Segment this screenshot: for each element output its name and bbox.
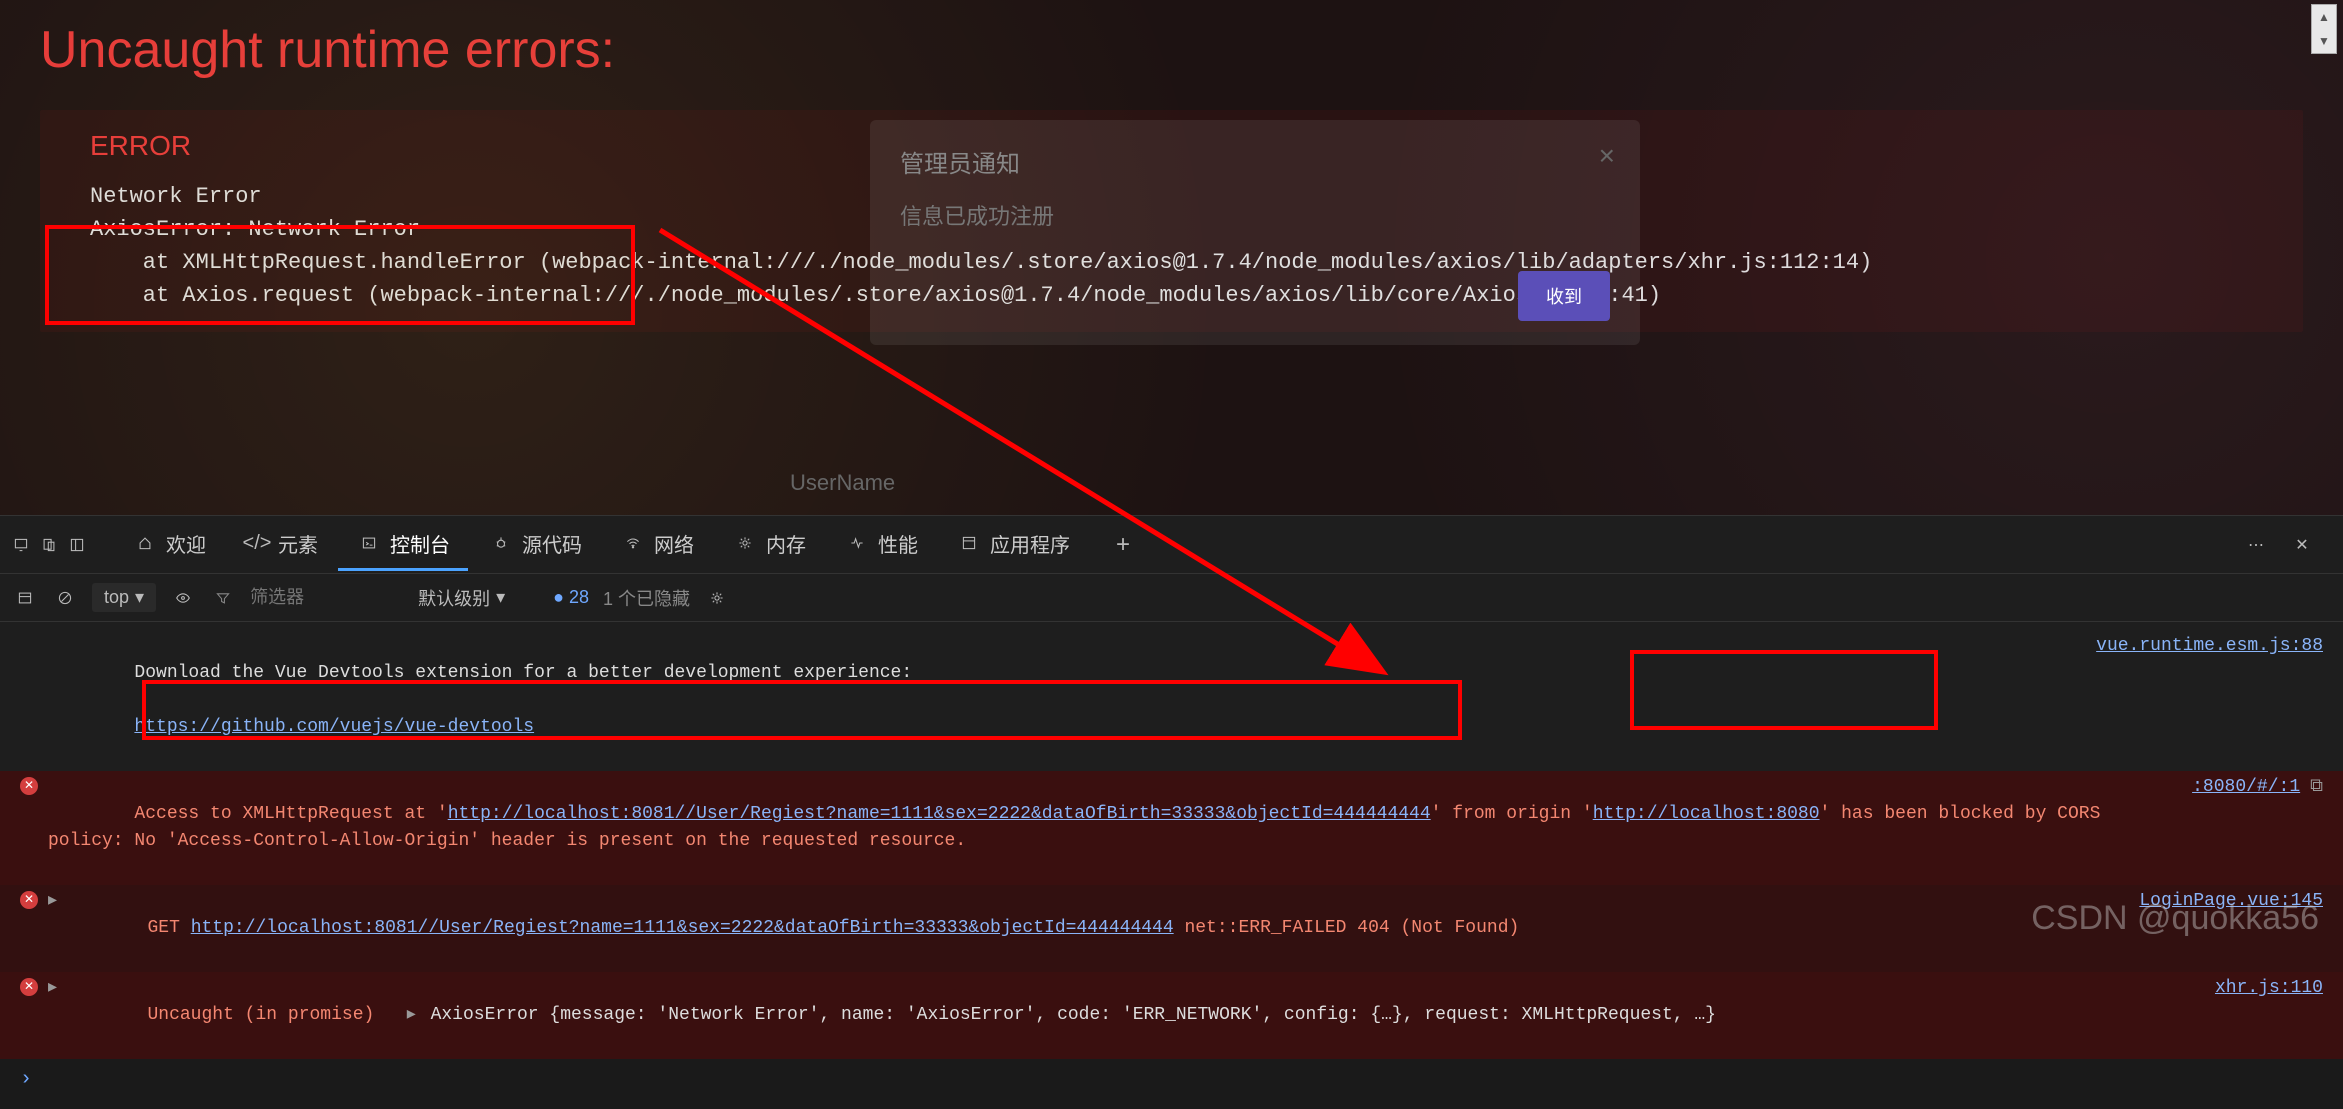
modal-close-button[interactable]: × [1599, 140, 1615, 172]
devtools-panel: 欢迎 </> 元素 控制台 源代码 网络 内存 性能 应用程序 [0, 515, 2343, 948]
tab-label: 源代码 [522, 529, 582, 558]
filter-icon [210, 585, 236, 611]
level-dropdown[interactable]: 默认级别 ▾ [418, 585, 505, 611]
error-icon: ✕ [20, 978, 38, 996]
close-devtools-icon[interactable]: ✕ [2289, 532, 2315, 558]
overlay-title: Uncaught runtime errors: [40, 20, 2303, 80]
tab-label: 元素 [278, 529, 318, 558]
tab-label: 欢迎 [166, 529, 206, 558]
tab-welcome[interactable]: 欢迎 [114, 519, 224, 571]
console-toolbar: top ▾ 默认级别 ▾ ● 28 1 个已隐藏 [0, 574, 2343, 622]
log-text: Download the Vue Devtools extension for … [134, 663, 912, 683]
pulse-icon [844, 530, 870, 556]
chevron-down-icon: ▾ [135, 587, 144, 608]
device-icon[interactable] [36, 532, 62, 558]
add-tab-icon[interactable]: + [1110, 532, 1136, 558]
devtools-tabbar: 欢迎 </> 元素 控制台 源代码 网络 内存 性能 应用程序 [0, 516, 2343, 574]
live-expr-icon[interactable] [170, 585, 196, 611]
source-link[interactable]: :8080/#/:1 [2172, 774, 2300, 882]
dock-icon[interactable] [64, 532, 90, 558]
source-link[interactable]: xhr.js:110 [2195, 975, 2323, 1056]
chevron-down-icon: ▾ [496, 587, 505, 608]
settings-icon[interactable] [704, 585, 730, 611]
watermark: CSDN @quokka56 [2031, 899, 2319, 938]
console-error: ✕ Access to XMLHttpRequest at 'http://lo… [0, 771, 2343, 885]
runtime-error-overlay: Uncaught runtime errors: ERROR Network E… [0, 0, 2343, 515]
context-value: top [104, 587, 129, 608]
scroll-down-button[interactable]: ▼ [2312, 29, 2336, 53]
modal-body: 信息已成功注册 [900, 199, 1610, 231]
filter-input[interactable] [250, 587, 350, 608]
origin-url-link[interactable]: http://localhost:8080 [1593, 804, 1820, 824]
console-prompt[interactable]: › [0, 1059, 2343, 1101]
tab-memory[interactable]: 内存 [714, 519, 824, 571]
error-icon: ✕ [20, 777, 38, 795]
tab-console[interactable]: 控制台 [338, 519, 468, 571]
console-error: ✕ ▸ GET http://localhost:8081//User/Regi… [0, 885, 2343, 972]
error-object[interactable]: AxiosError {message: 'Network Error', na… [431, 1005, 1716, 1025]
expand-arrow-icon[interactable]: ▸ [407, 1005, 416, 1025]
inspect-icon[interactable] [8, 532, 34, 558]
context-dropdown[interactable]: top ▾ [92, 583, 156, 612]
clear-console-icon[interactable] [52, 585, 78, 611]
tab-label: 性能 [878, 529, 918, 558]
copy-icon[interactable]: ⧉ [2310, 774, 2323, 882]
wifi-icon [620, 530, 646, 556]
modal-title: 管理员通知 [900, 144, 1610, 179]
console-error: ✕ ▸ Uncaught (in promise) ▸ AxiosError {… [0, 972, 2343, 1059]
error-text: Uncaught (in promise) [147, 1005, 406, 1025]
username-label: UserName [790, 470, 895, 496]
console-message: Download the Vue Devtools extension for … [0, 630, 2343, 771]
tab-label: 应用程序 [990, 529, 1070, 558]
devtools-link[interactable]: https://github.com/vuejs/vue-devtools [134, 717, 534, 737]
tab-label: 内存 [766, 529, 806, 558]
code-icon: </> [244, 530, 270, 556]
sidebar-toggle-icon[interactable] [12, 585, 38, 611]
gear-icon [732, 530, 758, 556]
app-icon [956, 530, 982, 556]
more-icon[interactable]: ⋯ [2243, 532, 2269, 558]
scroll-widget: ▲ ▼ [2311, 4, 2337, 54]
issues-badge[interactable]: ● 28 [553, 587, 589, 608]
level-value: 默认级别 [418, 585, 490, 611]
source-link[interactable]: vue.runtime.esm.js:88 [2076, 633, 2323, 768]
modal-ok-button[interactable]: 收到 [1518, 271, 1610, 321]
expand-arrow-icon[interactable]: ▸ [48, 975, 57, 1056]
error-text: Access to XMLHttpRequest at ' [134, 804, 447, 824]
console-output: Download the Vue Devtools extension for … [0, 622, 2343, 1109]
expand-arrow-icon[interactable]: ▸ [48, 888, 57, 969]
bug-icon [488, 530, 514, 556]
error-text: GET [147, 918, 190, 938]
tab-label: 控制台 [390, 529, 450, 558]
failed-url-link[interactable]: http://localhost:8081//User/Regiest?name… [191, 918, 1174, 938]
home-icon [132, 530, 158, 556]
notification-modal: 管理员通知 × 信息已成功注册 收到 [870, 120, 1640, 345]
console-icon [356, 530, 382, 556]
tab-performance[interactable]: 性能 [826, 519, 936, 571]
tab-label: 网络 [654, 529, 694, 558]
tab-application[interactable]: 应用程序 [938, 519, 1088, 571]
error-icon: ✕ [20, 891, 38, 909]
scroll-up-button[interactable]: ▲ [2312, 5, 2336, 29]
tab-sources[interactable]: 源代码 [470, 519, 600, 571]
tab-network[interactable]: 网络 [602, 519, 712, 571]
tab-elements[interactable]: </> 元素 [226, 519, 336, 571]
request-url-link[interactable]: http://localhost:8081//User/Regiest?name… [448, 804, 1431, 824]
hidden-count: 1 个已隐藏 [603, 585, 690, 611]
